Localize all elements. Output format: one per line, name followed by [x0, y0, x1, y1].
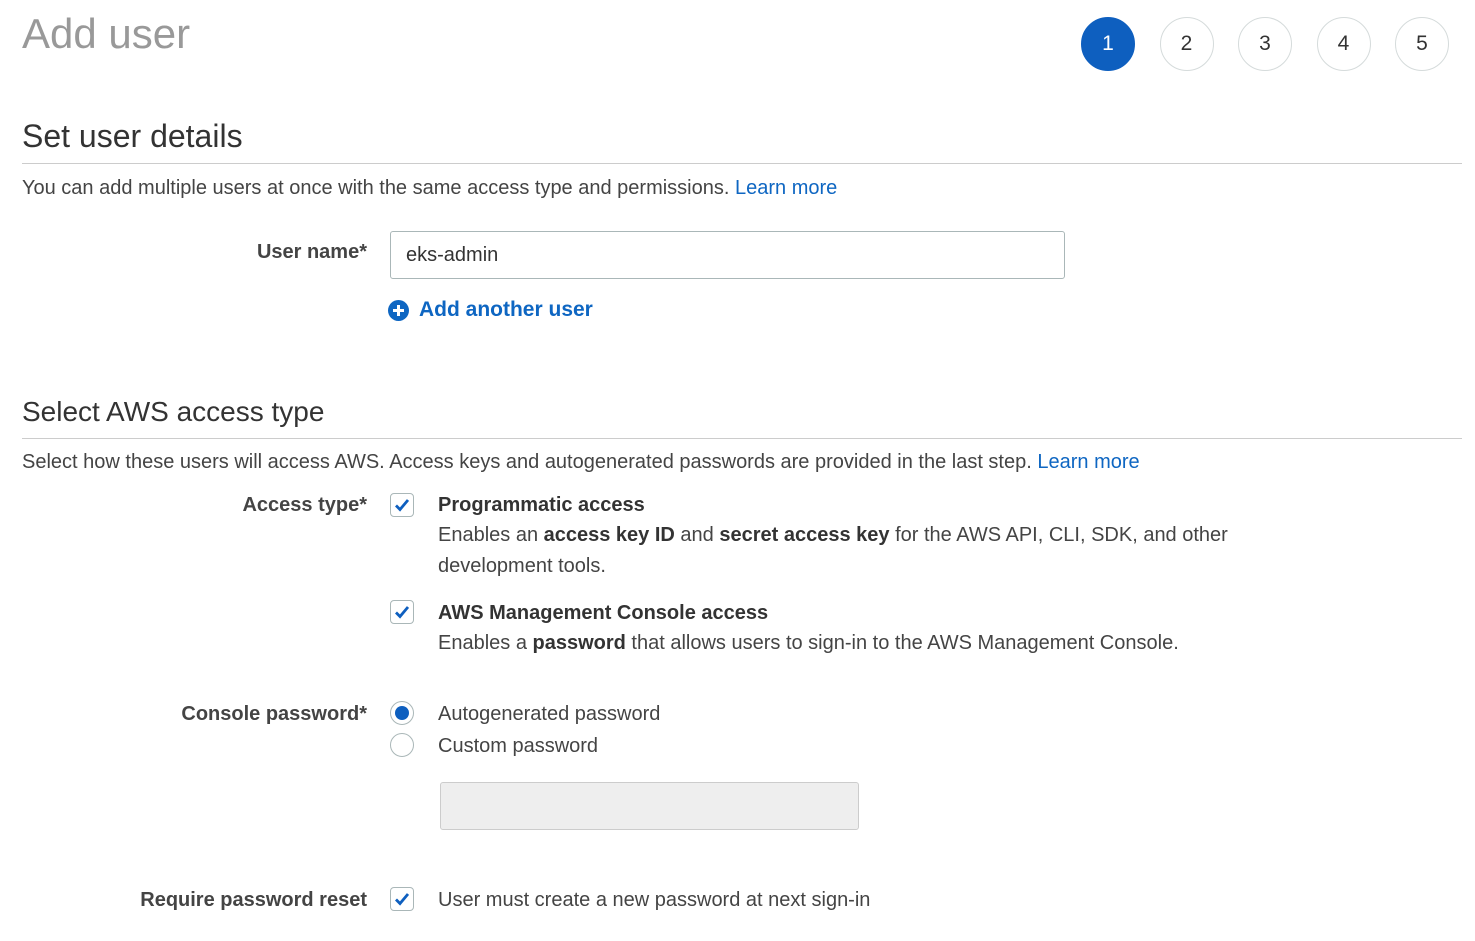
custom-password-radio[interactable] [390, 733, 414, 757]
step-1[interactable]: 1 [1081, 17, 1135, 71]
require-password-reset-text: User must create a new password at next … [438, 889, 871, 911]
require-password-reset-label: Require password reset [140, 889, 367, 911]
user-details-description: You can add multiple users at once with … [22, 177, 837, 200]
step-3[interactable]: 3 [1238, 17, 1292, 71]
access-type-description: Select how these users will access AWS. … [22, 451, 1140, 474]
require-password-reset-checkbox[interactable] [390, 887, 414, 911]
learn-more-link-access[interactable]: Learn more [1037, 451, 1139, 473]
access-type-label: Access type* [242, 494, 367, 516]
autogenerated-password-label: Autogenerated password [438, 703, 661, 725]
add-another-user-label: Add another user [419, 298, 593, 321]
wizard-steps: 1 2 3 4 5 [1081, 17, 1449, 71]
custom-password-label: Custom password [438, 735, 599, 757]
user-name-input[interactable] [390, 231, 1065, 279]
plus-circle-icon [388, 299, 409, 321]
check-icon [395, 893, 410, 906]
divider [22, 163, 1462, 164]
user-name-label: User name* [256, 241, 367, 263]
page-title: Add user [22, 10, 191, 57]
step-4[interactable]: 4 [1316, 17, 1371, 71]
console-access-checkbox[interactable] [390, 600, 414, 624]
check-icon [395, 606, 410, 619]
console-password-label: Console password* [181, 703, 367, 725]
add-another-user-button[interactable]: Add another user [388, 298, 593, 322]
custom-password-input [440, 782, 859, 830]
programmatic-access-description: Enables an access key ID and secret acce… [438, 524, 1228, 577]
programmatic-access-checkbox[interactable] [390, 493, 414, 517]
set-user-details-heading: Set user details [22, 118, 243, 154]
user-details-description-text: You can add multiple users at once with … [22, 177, 730, 199]
programmatic-access-title: Programmatic access [438, 494, 645, 516]
autogenerated-password-radio[interactable] [390, 701, 414, 725]
divider [22, 438, 1462, 439]
learn-more-link[interactable]: Learn more [735, 177, 837, 199]
access-description-text: Select how these users will access AWS. … [22, 451, 1032, 473]
console-access-title: AWS Management Console access [438, 602, 769, 624]
step-5[interactable]: 5 [1395, 17, 1449, 71]
access-type-heading: Select AWS access type [22, 396, 325, 427]
check-icon [395, 499, 410, 512]
step-2[interactable]: 2 [1159, 17, 1214, 71]
console-access-description: Enables a password that allows users to … [438, 632, 1179, 654]
